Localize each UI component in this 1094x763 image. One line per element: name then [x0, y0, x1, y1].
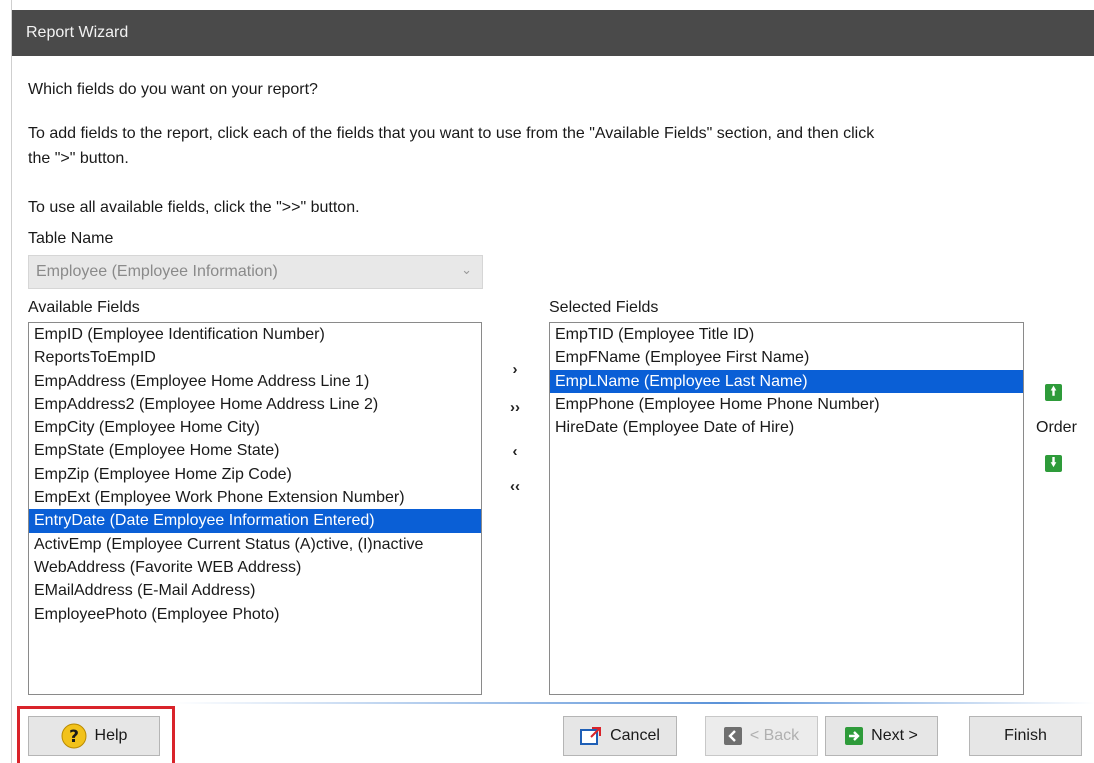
table-name-label: Table Name	[28, 230, 114, 247]
svg-text:?: ?	[69, 727, 79, 747]
finish-button[interactable]: Finish	[969, 716, 1082, 756]
add-all-fields-button[interactable]: ››	[503, 395, 527, 419]
cancel-icon	[580, 726, 602, 746]
add-instruction-line1: To add fields to the report, click each …	[28, 125, 875, 142]
arrow-right-icon	[845, 727, 864, 745]
title-bar: Report Wizard	[12, 10, 1094, 56]
available-fields-list[interactable]: EmpID (Employee Identification Number) Re…	[28, 322, 482, 695]
selected-fields-list[interactable]: EmpTID (Employee Title ID) EmpFName (Empl…	[549, 322, 1024, 695]
list-item[interactable]: EmpCity (Employee Home City)	[29, 416, 481, 439]
help-icon: ?	[61, 723, 87, 749]
list-item[interactable]: EmpPhone (Employee Home Phone Number)	[550, 393, 1023, 416]
cancel-button[interactable]: Cancel	[563, 716, 677, 756]
list-item[interactable]: EmpZip (Employee Home Zip Code)	[29, 463, 481, 486]
list-item[interactable]: EmpFName (Employee First Name)	[550, 346, 1023, 369]
remove-field-button[interactable]: ‹	[503, 439, 527, 463]
list-item[interactable]: EMailAddress (E-Mail Address)	[29, 579, 481, 602]
list-item[interactable]: ReportsToEmpID	[29, 346, 481, 369]
question-text: Which fields do you want on your report?	[28, 81, 318, 98]
list-item[interactable]: EmpID (Employee Identification Number)	[29, 323, 481, 346]
add-instruction-line2: the ">" button.	[28, 150, 129, 167]
order-label: Order	[1036, 419, 1077, 436]
help-button[interactable]: ? Help	[28, 716, 160, 756]
list-item[interactable]: ActivEmp (Employee Current Status (A)cti…	[29, 533, 481, 556]
add-field-button[interactable]: ›	[503, 357, 527, 381]
next-button[interactable]: Next >	[825, 716, 938, 756]
arrow-down-icon[interactable]: 🠛	[1045, 455, 1062, 472]
remove-all-fields-button[interactable]: ‹‹	[503, 474, 527, 498]
next-button-label: Next >	[871, 727, 918, 744]
selected-fields-label: Selected Fields	[549, 299, 659, 316]
list-item[interactable]: EmpExt (Employee Work Phone Extension Nu…	[29, 486, 481, 509]
list-item[interactable]: EmployeePhoto (Employee Photo)	[29, 603, 481, 626]
arrow-left-icon	[723, 727, 742, 745]
available-fields-label: Available Fields	[28, 299, 140, 316]
finish-button-label: Finish	[1004, 727, 1047, 744]
help-button-label: Help	[94, 727, 128, 744]
list-item[interactable]: EntryDate (Date Employee Information Ent…	[29, 509, 481, 533]
back-button[interactable]: < Back	[705, 716, 818, 756]
window-title: Report Wizard	[26, 24, 129, 41]
window-left-edge	[0, 0, 12, 763]
list-item[interactable]: EmpAddress2 (Employee Home Address Line …	[29, 393, 481, 416]
report-wizard-dialog: Report Wizard Which fields do you want o…	[12, 0, 1094, 763]
cancel-button-label: Cancel	[610, 727, 660, 744]
arrow-up-icon[interactable]: 🠙	[1045, 384, 1062, 401]
list-item[interactable]: EmpAddress (Employee Home Address Line 1…	[29, 370, 481, 393]
list-item[interactable]: HireDate (Employee Date of Hire)	[550, 416, 1023, 439]
list-item[interactable]: EmpLName (Employee Last Name)	[550, 369, 1023, 393]
list-item[interactable]: WebAddress (Favorite WEB Address)	[29, 556, 481, 579]
table-name-select[interactable]: Employee (Employee Information) ⌄	[28, 255, 483, 289]
add-all-instruction: To use all available fields, click the "…	[28, 199, 360, 216]
footer-divider	[172, 702, 1094, 704]
list-item[interactable]: EmpState (Employee Home State)	[29, 439, 481, 462]
table-name-value: Employee (Employee Information)	[36, 263, 278, 280]
chevron-down-icon: ⌄	[461, 262, 472, 277]
list-item[interactable]: EmpTID (Employee Title ID)	[550, 323, 1023, 346]
back-button-label: < Back	[749, 727, 800, 744]
